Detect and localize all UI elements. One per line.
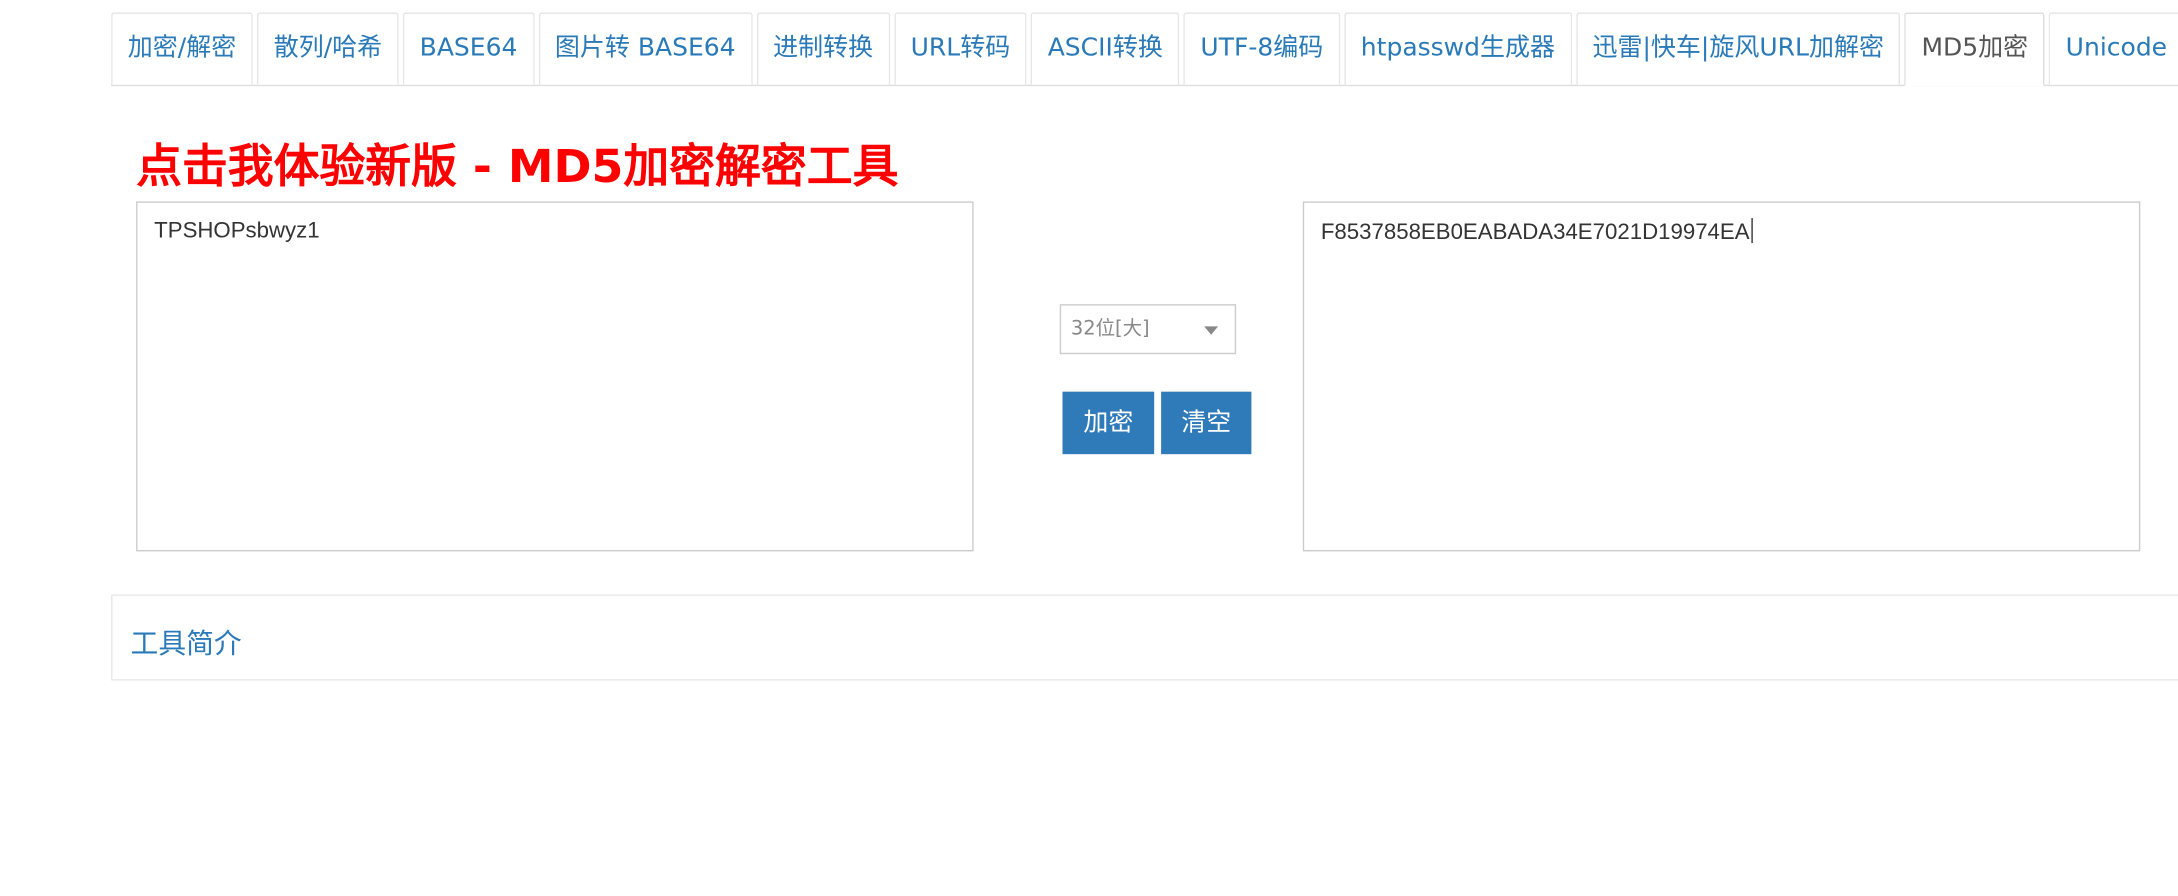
page: 加密/解密 散列/哈希 BASE64 图片转 BASE64 进制转换 URL转码… — [0, 0, 2178, 896]
tab-md5[interactable]: MD5加密 — [1904, 12, 2045, 87]
encrypt-button[interactable]: 加密 — [1062, 391, 1155, 455]
plaintext-input[interactable]: TPSHOPsbwyz1 — [136, 201, 974, 552]
tab-thunder-url[interactable]: 迅雷|快车|旋风URL加解密 — [1575, 12, 1901, 85]
tab-htpasswd[interactable]: htpasswd生成器 — [1344, 12, 1572, 85]
md5-output[interactable]: F8537858EB0EABADA34E7021D19974EA — [1302, 201, 2141, 552]
tool-tabs: 加密/解密 散列/哈希 BASE64 图片转 BASE64 进制转换 URL转码… — [111, 12, 2178, 87]
intro-title: 工具简介 — [130, 626, 242, 660]
tab-encrypt-decrypt[interactable]: 加密/解密 — [111, 12, 253, 85]
tab-url-encode[interactable]: URL转码 — [893, 12, 1027, 85]
clear-button[interactable]: 清空 — [1161, 391, 1252, 455]
tab-utf8[interactable]: UTF-8编码 — [1183, 12, 1340, 85]
new-version-link[interactable]: 点击我体验新版 - MD5加密解密工具 — [136, 136, 898, 197]
md5-mode-selected: 32位[大] — [1070, 318, 1150, 341]
tab-ascii[interactable]: ASCII转换 — [1031, 12, 1180, 85]
tab-unicode[interactable]: Unicode — [2049, 12, 2178, 85]
tab-image-base64[interactable]: 图片转 BASE64 — [538, 12, 753, 85]
tab-radix-conversion[interactable]: 进制转换 — [756, 12, 890, 85]
text-caret — [1750, 218, 1753, 244]
intro-panel: 工具简介 — [111, 594, 2178, 681]
chevron-down-icon — [1204, 326, 1219, 335]
md5-output-value: F8537858EB0EABADA34E7021D19974EA — [1320, 220, 1750, 245]
md5-mode-select[interactable]: 32位[大] — [1059, 304, 1237, 355]
plaintext-value: TPSHOPsbwyz1 — [154, 219, 320, 244]
tab-base64[interactable]: BASE64 — [402, 12, 535, 85]
tab-hash[interactable]: 散列/哈希 — [257, 12, 399, 85]
